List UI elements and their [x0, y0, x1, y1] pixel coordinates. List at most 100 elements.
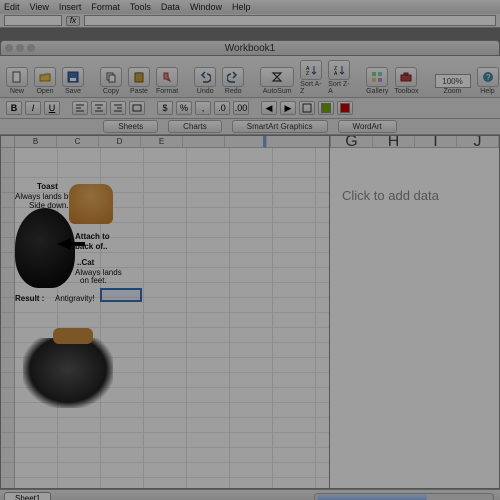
svg-text:Z: Z: [306, 71, 309, 76]
align-right-button[interactable]: [110, 101, 126, 115]
save-button[interactable]: [62, 67, 84, 87]
menu-tools[interactable]: Tools: [130, 2, 151, 12]
bold-button[interactable]: B: [6, 101, 22, 115]
column-headers[interactable]: B C D E: [1, 136, 329, 148]
currency-button[interactable]: $: [157, 101, 173, 115]
toast-icon: [69, 184, 113, 224]
fill-color-button[interactable]: [318, 101, 334, 115]
italic-button[interactable]: I: [25, 101, 41, 115]
sheet-pane[interactable]: B C D E Toast Always lands butter Side d…: [0, 135, 330, 489]
cell-grid[interactable]: Toast Always lands butter Side down. Att…: [1, 148, 329, 488]
comma-button[interactable]: ,: [195, 101, 211, 115]
close-icon[interactable]: [5, 44, 13, 52]
gallery-label: Gallery: [366, 88, 388, 95]
zoom-combo[interactable]: 100%: [435, 74, 471, 88]
col-header[interactable]: B: [15, 136, 57, 147]
document-title: Workbook1: [225, 43, 275, 54]
open-label: Open: [36, 88, 53, 95]
format-painter-button[interactable]: [156, 67, 178, 87]
fx-icon[interactable]: fx: [66, 16, 80, 26]
underline-button[interactable]: U: [44, 101, 60, 115]
menu-insert[interactable]: Insert: [59, 2, 82, 12]
indent-left-button[interactable]: ◀: [261, 101, 277, 115]
text-result: Antigravity!: [55, 294, 95, 303]
menu-format[interactable]: Format: [91, 2, 120, 12]
elements-gallery: Sheets Charts SmartArt Graphics WordArt: [0, 119, 500, 135]
autosum-button[interactable]: [260, 67, 294, 87]
paste-button[interactable]: [128, 67, 150, 87]
undo-button[interactable]: [194, 67, 216, 87]
standard-toolbar: New Open Save Copy Paste Format Undo Red…: [0, 56, 500, 98]
menu-edit[interactable]: Edit: [4, 2, 20, 12]
active-cell[interactable]: [100, 288, 142, 302]
tab-charts[interactable]: Charts: [168, 120, 222, 133]
indent-right-button[interactable]: ▶: [280, 101, 296, 115]
tab-wordart[interactable]: WordArt: [338, 120, 397, 133]
col-header[interactable]: C: [57, 136, 99, 147]
formula-bar: fx: [0, 14, 500, 28]
arrow-icon: [57, 238, 71, 250]
gallery-button[interactable]: [366, 67, 388, 87]
traffic-lights[interactable]: [5, 44, 35, 52]
col-header[interactable]: G: [331, 136, 373, 147]
help-label: Help: [480, 88, 494, 95]
save-label: Save: [65, 88, 81, 95]
col-header[interactable]: J: [457, 136, 499, 147]
align-center-button[interactable]: [91, 101, 107, 115]
borders-button[interactable]: [299, 101, 315, 115]
minimize-icon[interactable]: [16, 44, 24, 52]
zoom-icon[interactable]: [27, 44, 35, 52]
help-button[interactable]: ?: [477, 67, 499, 87]
copy-button[interactable]: [100, 67, 122, 87]
side-column-headers[interactable]: G H I J: [330, 136, 499, 148]
redo-button[interactable]: [222, 67, 244, 87]
copy-label: Copy: [103, 88, 119, 95]
cat-spin-icon: [23, 338, 113, 408]
col-header[interactable]: I: [415, 136, 457, 147]
chart-data-pane[interactable]: G H I J Click to add data: [330, 135, 500, 489]
menu-window[interactable]: Window: [190, 2, 222, 12]
open-button[interactable]: [34, 67, 56, 87]
new-button[interactable]: [6, 67, 28, 87]
menu-view[interactable]: View: [30, 2, 49, 12]
scrollbar-thumb[interactable]: [317, 494, 427, 500]
sort-za-button[interactable]: ZA: [328, 60, 350, 80]
sheet-tab-bar: Sheet1: [0, 489, 500, 500]
col-header[interactable]: H: [373, 136, 415, 147]
percent-button[interactable]: %: [176, 101, 192, 115]
formatting-toolbar: B I U $ % , .0 .00 ◀ ▶: [0, 98, 500, 119]
sort-az-label: Sort A-Z: [300, 81, 322, 95]
sheet-tab-sheet1[interactable]: Sheet1: [4, 492, 51, 500]
increase-decimal-button[interactable]: .00: [233, 101, 249, 115]
col-header[interactable]: E: [141, 136, 183, 147]
select-all-corner[interactable]: [1, 136, 15, 147]
decrease-decimal-button[interactable]: .0: [214, 101, 230, 115]
font-color-button[interactable]: [337, 101, 353, 115]
sort-az-button[interactable]: AZ: [300, 60, 322, 80]
toolbox-label: Toolbox: [394, 88, 418, 95]
menu-help[interactable]: Help: [232, 2, 251, 12]
row-headers[interactable]: [1, 148, 15, 488]
text-attach2: back of..: [75, 242, 107, 251]
col-header[interactable]: [183, 136, 225, 147]
col-header[interactable]: D: [99, 136, 141, 147]
merge-button[interactable]: [129, 101, 145, 115]
os-menubar: Edit View Insert Format Tools Data Windo…: [0, 0, 500, 14]
redo-label: Redo: [225, 88, 242, 95]
tab-smartart[interactable]: SmartArt Graphics: [232, 120, 328, 133]
toolbox-button[interactable]: [395, 67, 417, 87]
formula-input[interactable]: [84, 15, 496, 26]
text-result-label: Result :: [15, 294, 44, 303]
document-titlebar[interactable]: Workbook1: [0, 40, 500, 56]
align-left-button[interactable]: [72, 101, 88, 115]
horizontal-scrollbar[interactable]: [314, 493, 494, 500]
text-toast-title: Toast: [37, 182, 58, 191]
name-box[interactable]: [4, 15, 62, 26]
add-data-placeholder[interactable]: Click to add data: [342, 188, 487, 203]
tab-sheets[interactable]: Sheets: [103, 120, 158, 133]
autosum-label: AutoSum: [263, 88, 292, 95]
svg-text:A: A: [334, 71, 338, 76]
menu-data[interactable]: Data: [161, 2, 180, 12]
svg-text:?: ?: [486, 73, 491, 82]
col-header[interactable]: [225, 136, 267, 147]
